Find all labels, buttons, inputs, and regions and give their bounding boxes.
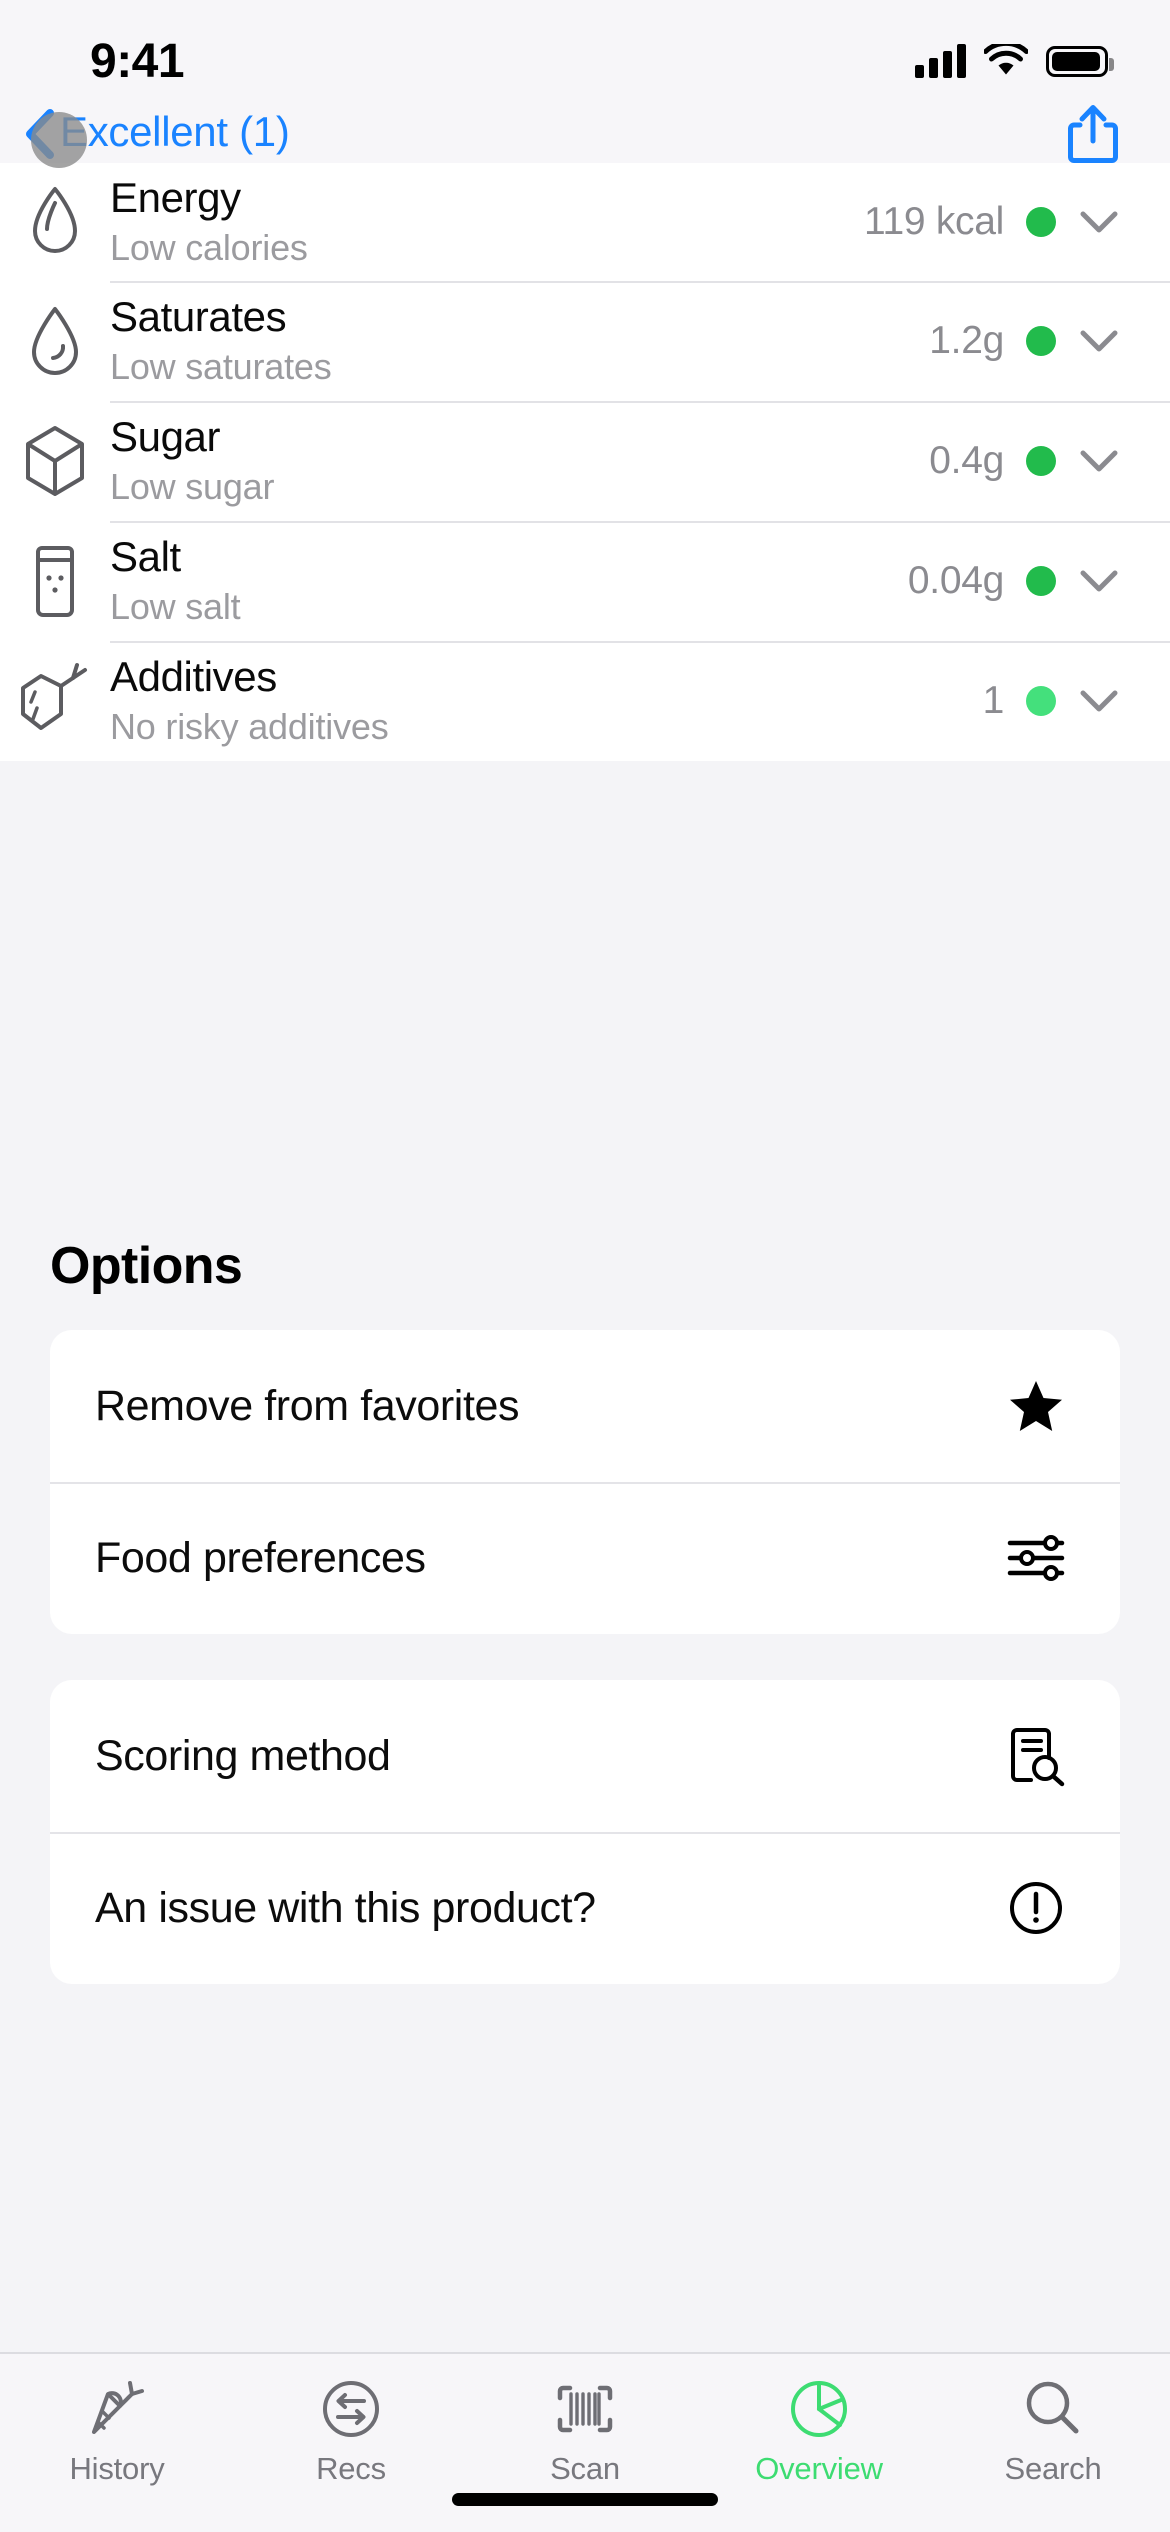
tab-label: Search [1004, 2451, 1102, 2486]
status-dot [1026, 686, 1056, 716]
tab-label: History [69, 2451, 165, 2486]
droplet-icon [0, 281, 110, 401]
tab-label: Recs [316, 2451, 386, 2486]
status-dot [1026, 207, 1056, 237]
nutrition-list: Energy Low calories 119 kcal Saturates L… [0, 163, 1170, 761]
exclamation-circle-icon [1006, 1878, 1066, 1938]
nutrition-value: 0.04g [907, 559, 1004, 602]
chevron-down-icon[interactable] [1078, 560, 1120, 602]
chevron-down-icon[interactable] [1078, 320, 1120, 362]
nutrition-subtitle: Low calories [110, 227, 308, 269]
remove-from-favorites-button[interactable]: Remove from favorites [50, 1330, 1120, 1482]
tab-recs[interactable]: Recs [234, 2376, 468, 2487]
sugar-cube-icon [0, 401, 110, 521]
scoring-method-button[interactable]: Scoring method [50, 1680, 1120, 1832]
chevron-down-icon[interactable] [1078, 680, 1120, 722]
status-dot [1026, 326, 1056, 356]
options-section: Options Remove from favorites Food prefe… [0, 1180, 1170, 2352]
tab-label: Scan [550, 2451, 620, 2486]
nutrition-subtitle: Low sugar [110, 466, 275, 508]
option-label: Scoring method [95, 1731, 391, 1780]
tab-scan[interactable]: Scan [468, 2376, 702, 2487]
status-dot [1026, 446, 1056, 476]
barcode-icon [552, 2376, 618, 2442]
status-dot [1026, 566, 1056, 596]
bottom-tab-bar: History Recs Scan Overview Search [0, 2352, 1170, 2532]
nutrition-row-saturates[interactable]: Saturates Low saturates 1.2g [0, 281, 1170, 401]
chevron-down-icon[interactable] [1078, 201, 1120, 243]
battery-icon [1046, 45, 1114, 77]
chevron-down-icon[interactable] [1078, 440, 1120, 482]
cursor-pointer [31, 112, 87, 168]
nutrition-title: Additives [110, 653, 277, 701]
share-icon[interactable] [1066, 103, 1120, 163]
nutrition-value: 119 kcal [864, 200, 1004, 243]
search-icon [1020, 2376, 1086, 2442]
nutrition-title: Salt [110, 533, 181, 581]
report-issue-button[interactable]: An issue with this product? [50, 1832, 1120, 1984]
wifi-icon [984, 44, 1028, 75]
salt-shaker-icon [0, 521, 110, 641]
document-search-icon [1006, 1726, 1066, 1787]
tab-label: Overview [755, 2451, 883, 2486]
nutrition-value: 1.2g [929, 319, 1004, 362]
back-button-label: Excellent (1) [60, 107, 290, 155]
navigation-bar: Excellent (1) [0, 100, 1170, 163]
nutrition-title: Energy [110, 174, 241, 222]
cellular-signal-icon [915, 44, 966, 78]
nutrition-subtitle: No risky additives [110, 706, 389, 748]
tab-history[interactable]: History [0, 2376, 234, 2487]
food-preferences-button[interactable]: Food preferences [50, 1482, 1120, 1634]
tab-search[interactable]: Search [936, 2376, 1170, 2487]
home-indicator [452, 2493, 718, 2506]
app-screen: 9:41 Excellent (1) Energy Low calories 1… [0, 0, 1170, 2532]
flame-icon [0, 163, 110, 281]
status-bar: 9:41 [0, 0, 1170, 100]
options-card-secondary: Scoring method An issue with this produc… [50, 1680, 1120, 1984]
option-label: Remove from favorites [95, 1381, 520, 1430]
swap-circle-icon [318, 2376, 384, 2442]
page-title: Options [50, 1237, 243, 1295]
option-label: An issue with this product? [95, 1883, 596, 1932]
options-card-primary: Remove from favorites Food preferences [50, 1330, 1120, 1634]
tab-overview[interactable]: Overview [702, 2376, 936, 2487]
nutrition-title: Saturates [110, 293, 287, 341]
option-label: Food preferences [95, 1533, 426, 1582]
pie-chart-icon [786, 2376, 852, 2442]
nutrition-title: Sugar [110, 413, 221, 461]
status-time: 9:41 [90, 34, 185, 88]
sliders-icon [1006, 1528, 1066, 1588]
nutrition-row-additives[interactable]: Additives No risky additives 1 [0, 641, 1170, 761]
nutrition-subtitle: Low salt [110, 586, 241, 628]
nutrition-value: 0.4g [929, 439, 1004, 482]
nutrition-row-energy[interactable]: Energy Low calories 119 kcal [0, 163, 1170, 281]
nutrition-value: 1 [982, 679, 1005, 722]
nutrition-row-salt[interactable]: Salt Low salt 0.04g [0, 521, 1170, 641]
star-filled-icon [1006, 1376, 1066, 1436]
carrot-icon [84, 2376, 150, 2442]
nutrition-row-sugar[interactable]: Sugar Low sugar 0.4g [0, 401, 1170, 521]
status-indicators [915, 44, 1114, 78]
nutrition-subtitle: Low saturates [110, 346, 332, 388]
molecule-icon [0, 641, 110, 761]
